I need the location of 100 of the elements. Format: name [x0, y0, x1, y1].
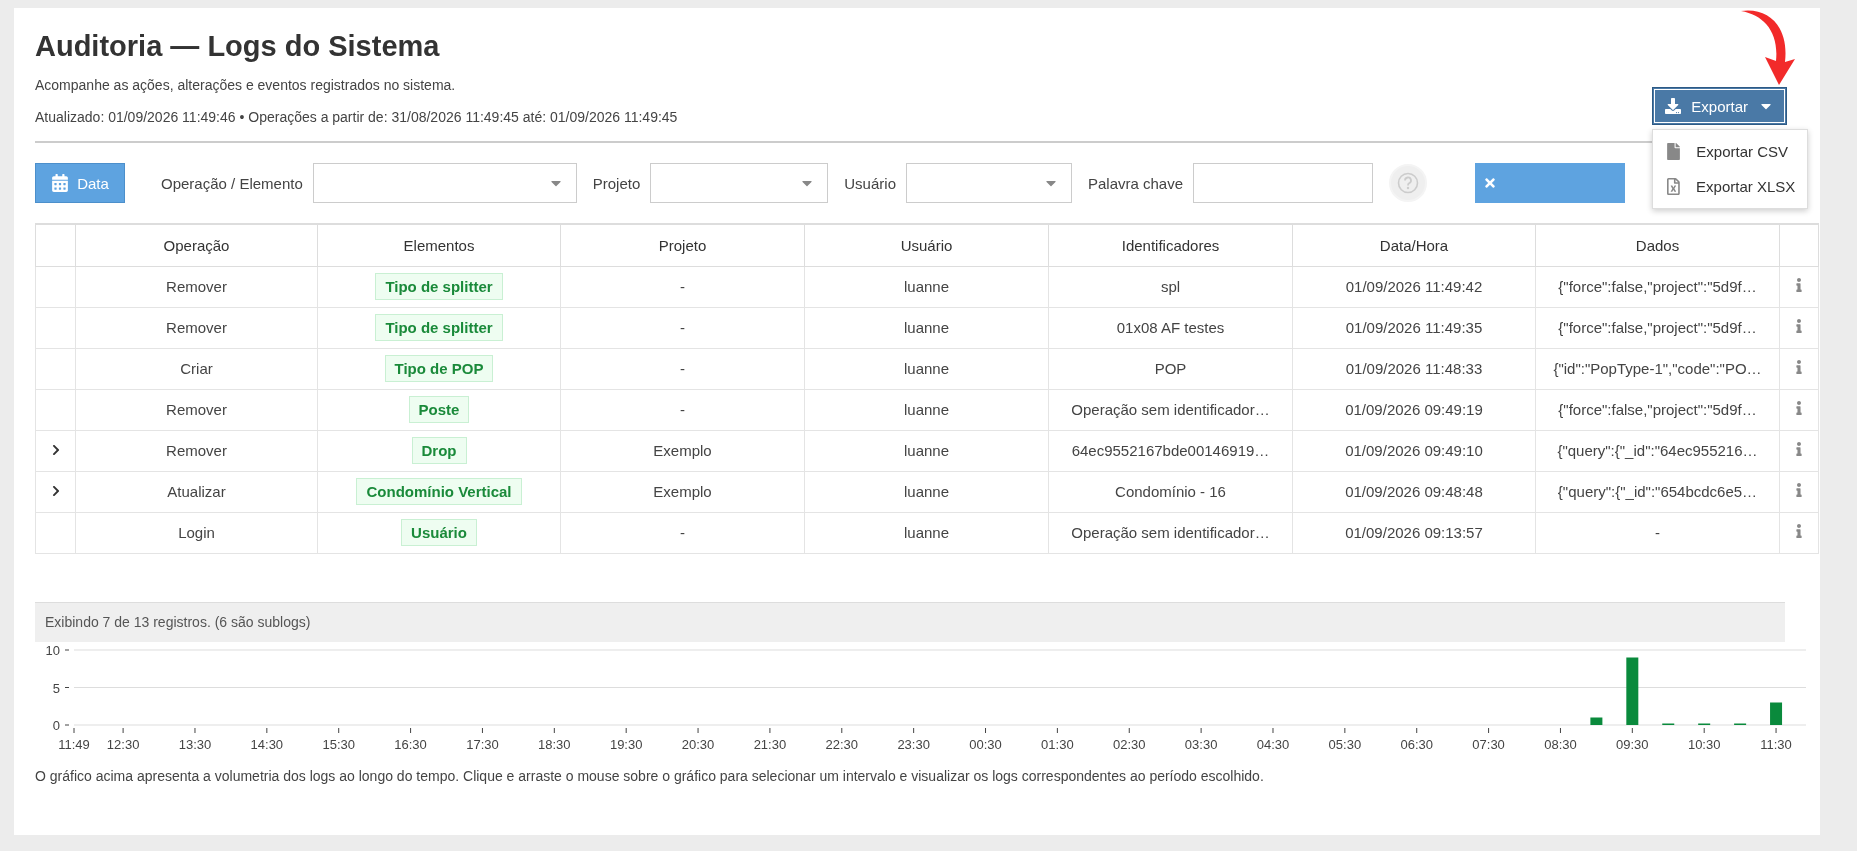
- x-tick-label: 09:30: [1616, 736, 1649, 752]
- table-cell: Criar: [75, 348, 318, 389]
- table-cell: {"force":false,"project":"5d9f…: [1535, 266, 1780, 307]
- y-tick-label: 5: [52, 680, 60, 695]
- table-cell: luanne: [804, 307, 1049, 348]
- chart-caption: O gráfico acima apresenta a volumetria dos logs ao longo do tempo. Clique e arraste o mouse sobre o gráfico para selecionar um intervalo e visualizar os logs correspondentes ao período escolhido.: [35, 767, 1265, 784]
- element-tag: Tipo de splitter: [375, 273, 503, 300]
- chart-bar: [1770, 702, 1783, 725]
- x-tick-label: 13:30: [178, 736, 212, 752]
- x-tick-label: 16:30: [394, 736, 427, 752]
- table-cell: 64ec9552167bde00146919…: [1048, 430, 1293, 471]
- table-cell: {"id":"PopType-1","code":"PO…: [1535, 348, 1780, 389]
- records-status: Exibindo 7 de 13 registros. (6 são sublogs): [35, 601, 1785, 642]
- table-cell: Login: [75, 512, 318, 553]
- x-tick-label: 01:30: [1041, 736, 1074, 752]
- x-tick-label: 17:30: [466, 736, 499, 752]
- export-menu-item[interactable]: Exportar CSV: [1653, 134, 1808, 169]
- table-cell: spl: [1048, 266, 1293, 307]
- table-cell: {"query":{"_id":"64ec955216…: [1535, 430, 1780, 471]
- x-tick-label: 12:30: [106, 736, 140, 752]
- table-cell: Exemplo: [560, 430, 805, 471]
- y-tick-label: 10: [45, 642, 60, 658]
- element-tag: Condomínio Vertical: [356, 478, 522, 505]
- column-header: Operação: [75, 224, 318, 266]
- table-cell: -: [560, 512, 805, 553]
- table-cell: Operação sem identificador…: [1048, 389, 1293, 430]
- x-tick-label: 08:30: [1544, 736, 1577, 752]
- table-cell: luanne: [804, 389, 1049, 430]
- x-tick-label: 18:30: [538, 736, 571, 752]
- x-tick-label: 00:30: [969, 736, 1002, 752]
- x-tick-label: 20:30: [681, 736, 715, 752]
- table-cell: -: [560, 307, 805, 348]
- table-cell: Atualizar: [75, 471, 318, 512]
- table-cell: Remover: [75, 307, 318, 348]
- table-cell: luanne: [804, 512, 1049, 553]
- x-tick-label: 05:30: [1328, 736, 1362, 752]
- chart-bar: [1590, 717, 1603, 725]
- keyword-field[interactable]: [1193, 163, 1374, 203]
- x-tick-label: 02:30: [1112, 736, 1146, 752]
- x-tick-label: 04:30: [1256, 736, 1290, 752]
- x-tick-label: 11:30: [1760, 736, 1792, 752]
- column-header: Elementos: [317, 224, 561, 266]
- table-cell: 01/09/2026 09:48:48: [1292, 471, 1536, 512]
- page-title: Auditoria — Logs do Sistema: [35, 30, 441, 63]
- x-tick-label: 19:30: [609, 736, 643, 752]
- export-menu-item[interactable]: Exportar XLSX: [1653, 169, 1808, 204]
- column-header: Identificadores: [1048, 224, 1293, 266]
- table-cell: {"force":false,"project":"5d9f…: [1535, 389, 1780, 430]
- y-axis: 0 5 10: [45, 642, 70, 733]
- table-cell: 01/09/2026 09:13:57: [1292, 512, 1536, 553]
- x-tick-label: 07:30: [1472, 736, 1505, 752]
- table-cell: 01x08 AF testes: [1048, 307, 1293, 348]
- table-cell: 01/09/2026 11:48:33: [1292, 348, 1536, 389]
- table-cell: Remover: [75, 430, 318, 471]
- element-tag: Tipo de POP: [384, 355, 494, 382]
- menu-label: Exportar CSV: [1696, 143, 1788, 160]
- menu-label: Exportar XLSX: [1696, 178, 1796, 195]
- file-icon: [1665, 143, 1683, 160]
- filter-label: Operação / Elemento: [161, 174, 303, 192]
- x-tick-label: 11:49: [58, 736, 90, 752]
- table-cell: {"force":false,"project":"5d9f…: [1535, 307, 1780, 348]
- table-cell: Operação sem identificador…: [1048, 512, 1293, 553]
- x-tick-label: 06:30: [1400, 736, 1433, 752]
- filter-label: Palavra chave: [1087, 174, 1184, 192]
- x-tick-label: 22:30: [825, 736, 859, 752]
- close-icon: [1483, 176, 1498, 190]
- element-tag: Drop: [411, 437, 467, 464]
- table-cell: Remover: [75, 389, 318, 430]
- table-cell: -: [560, 266, 805, 307]
- table-cell: 01/09/2026 11:49:42: [1292, 266, 1536, 307]
- table-cell: POP: [1048, 348, 1293, 389]
- x-tick-label: 15:30: [322, 736, 355, 752]
- table-cell: -: [1535, 512, 1780, 553]
- x-tick-label: 10:30: [1687, 736, 1721, 752]
- x-tick-label: 14:30: [250, 736, 284, 752]
- element-tag: Usuário: [401, 519, 477, 546]
- x-tick-label: 21:30: [753, 736, 787, 752]
- table-cell: luanne: [804, 266, 1049, 307]
- table-cell: -: [560, 348, 805, 389]
- x-tick-label: 03:30: [1184, 736, 1218, 752]
- column-header: Dados: [1535, 224, 1780, 266]
- element-tag: Tipo de splitter: [375, 314, 503, 341]
- column-header: Usuário: [804, 224, 1049, 266]
- page-subtitle: Acompanhe as ações, alterações e eventos registrados no sistema.: [35, 77, 457, 93]
- table-cell: -: [560, 389, 805, 430]
- table-cell: 01/09/2026 09:49:19: [1292, 389, 1536, 430]
- table-cell: luanne: [804, 430, 1049, 471]
- table-cell: 01/09/2026 09:49:10: [1292, 430, 1536, 471]
- export-button[interactable]: Exportar: [1652, 87, 1787, 125]
- y-tick-label: 0: [52, 717, 60, 733]
- element-tag: Poste: [408, 396, 470, 423]
- table-cell: luanne: [804, 471, 1049, 512]
- download-icon: [1665, 98, 1682, 114]
- updated-info: Atualizado: 01/09/2026 11:49:46 • Operações a partir de: 31/08/2026 11:49:45 até: 01/09/2026 11:49:45: [35, 109, 678, 125]
- help-icon: [1397, 172, 1420, 194]
- table-cell: {"query":{"_id":"654bcdc6e5…: [1535, 471, 1780, 512]
- column-header: Projeto: [560, 224, 805, 266]
- calendar-icon: [51, 174, 70, 192]
- chart-bar: [1626, 657, 1639, 725]
- spreadsheet-file-icon: [1665, 178, 1683, 195]
